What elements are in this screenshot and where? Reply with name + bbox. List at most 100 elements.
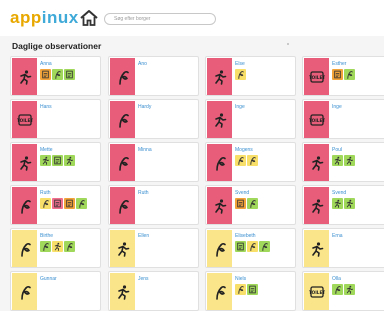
resident-card[interactable]: Hardy xyxy=(108,99,199,139)
observation-tags xyxy=(235,69,246,80)
resident-card[interactable]: Anna xyxy=(10,56,101,96)
resident-card[interactable]: TOILET Esther xyxy=(302,56,384,96)
resident-name[interactable]: Birthe xyxy=(40,233,53,239)
runner-icon[interactable] xyxy=(64,155,75,166)
document-icon[interactable] xyxy=(64,198,75,209)
resident-name[interactable]: Gunnar xyxy=(40,276,57,282)
runner-icon xyxy=(207,187,232,224)
runner-icon[interactable] xyxy=(332,198,343,209)
resident-name[interactable]: Esther xyxy=(332,61,346,67)
sprout-icon[interactable] xyxy=(235,284,246,295)
document-icon[interactable] xyxy=(235,241,246,252)
resident-card[interactable]: Svend xyxy=(302,185,384,225)
document-icon[interactable] xyxy=(52,155,63,166)
resident-card[interactable]: Ruth xyxy=(108,185,199,225)
resident-name[interactable]: Mette xyxy=(40,147,53,153)
resident-name[interactable]: Minna xyxy=(138,147,152,153)
runner-icon[interactable] xyxy=(40,155,51,166)
runner-icon[interactable] xyxy=(52,241,63,252)
sprout-icon[interactable] xyxy=(247,241,258,252)
observation-tags xyxy=(235,198,258,209)
top-bar: appinux xyxy=(0,0,384,36)
resident-name[interactable]: Else xyxy=(235,61,245,67)
document-icon[interactable] xyxy=(235,198,246,209)
sprout-icon[interactable] xyxy=(40,198,51,209)
resident-card[interactable]: Mogens xyxy=(205,142,296,182)
sprout-icon[interactable] xyxy=(52,69,63,80)
document-icon[interactable] xyxy=(332,69,343,80)
app-logo[interactable]: appinux xyxy=(10,8,79,28)
resident-card[interactable]: TOILET Hans xyxy=(10,99,101,139)
home-icon[interactable] xyxy=(79,9,99,27)
resident-name[interactable]: Elisebeth xyxy=(235,233,256,239)
resident-card[interactable]: Minna xyxy=(108,142,199,182)
resident-name[interactable]: Svend xyxy=(235,190,249,196)
resident-card[interactable]: Birthe xyxy=(10,228,101,268)
resident-card[interactable]: Elisebeth xyxy=(205,228,296,268)
runner-icon[interactable] xyxy=(344,198,355,209)
resident-card[interactable]: Gunnar xyxy=(10,271,101,311)
sprout-icon[interactable] xyxy=(235,155,246,166)
sprout-icon xyxy=(207,144,232,181)
observation-tags xyxy=(235,284,258,295)
sprout-icon xyxy=(110,58,135,95)
resident-card[interactable]: Jens xyxy=(108,271,199,311)
logo-part-2: inux xyxy=(41,8,79,27)
sprout-icon[interactable] xyxy=(344,69,355,80)
sprout-icon[interactable] xyxy=(76,198,87,209)
resident-card[interactable]: TOILET Inge xyxy=(302,99,384,139)
resident-name[interactable]: Erna xyxy=(332,233,343,239)
section-title: Daglige observationer xyxy=(12,41,102,51)
resident-card[interactable]: TOILET Olla xyxy=(302,271,384,311)
runner-icon[interactable] xyxy=(332,155,343,166)
runner-icon xyxy=(207,101,232,138)
observation-tags xyxy=(332,69,355,80)
logo-part-1: app xyxy=(10,8,42,27)
resident-name[interactable]: Mogens xyxy=(235,147,253,153)
sprout-icon[interactable] xyxy=(235,69,246,80)
resident-name[interactable]: Jens xyxy=(138,276,149,282)
runner-icon[interactable] xyxy=(344,155,355,166)
resident-card[interactable]: Mette xyxy=(10,142,101,182)
resident-name[interactable]: Ruth xyxy=(138,190,149,196)
sprout-icon xyxy=(12,187,37,224)
resident-name[interactable]: Inge xyxy=(332,104,342,110)
search-input[interactable] xyxy=(104,13,216,25)
document-icon[interactable] xyxy=(247,284,258,295)
sprout-icon[interactable] xyxy=(40,241,51,252)
resident-card[interactable]: Ruth xyxy=(10,185,101,225)
resident-card[interactable]: Niels xyxy=(205,271,296,311)
sprout-icon[interactable] xyxy=(64,241,75,252)
document-icon[interactable] xyxy=(64,69,75,80)
sprout-icon xyxy=(207,230,232,267)
resident-name[interactable]: Hardy xyxy=(138,104,151,110)
document-icon[interactable] xyxy=(40,69,51,80)
resident-card[interactable]: Else xyxy=(205,56,296,96)
document-icon[interactable] xyxy=(52,198,63,209)
runner-icon[interactable] xyxy=(344,284,355,295)
resident-card[interactable]: Svend xyxy=(205,185,296,225)
sprout-icon xyxy=(12,273,37,310)
sprout-icon[interactable] xyxy=(247,155,258,166)
resident-name[interactable]: Ano xyxy=(138,61,147,67)
resident-name[interactable]: Ruth xyxy=(40,190,51,196)
svg-text:TOILET: TOILET xyxy=(309,290,325,295)
resident-name[interactable]: Poul xyxy=(332,147,342,153)
resident-name[interactable]: Olla xyxy=(332,276,341,282)
resident-card[interactable]: Ellen xyxy=(108,228,199,268)
resident-name[interactable]: Svend xyxy=(332,190,346,196)
resident-card[interactable]: Inge xyxy=(205,99,296,139)
resident-name[interactable]: Anna xyxy=(40,61,52,67)
sprout-icon[interactable] xyxy=(247,198,258,209)
resident-card[interactable]: Ano xyxy=(108,56,199,96)
sprout-icon xyxy=(12,230,37,267)
resident-name[interactable]: Niels xyxy=(235,276,246,282)
resident-name[interactable]: Ellen xyxy=(138,233,149,239)
resident-card[interactable]: Poul xyxy=(302,142,384,182)
sprout-icon[interactable] xyxy=(259,241,270,252)
sprout-icon xyxy=(110,187,135,224)
resident-card[interactable]: Erna xyxy=(302,228,384,268)
resident-name[interactable]: Hans xyxy=(40,104,52,110)
sprout-icon[interactable] xyxy=(332,284,343,295)
resident-name[interactable]: Inge xyxy=(235,104,245,110)
